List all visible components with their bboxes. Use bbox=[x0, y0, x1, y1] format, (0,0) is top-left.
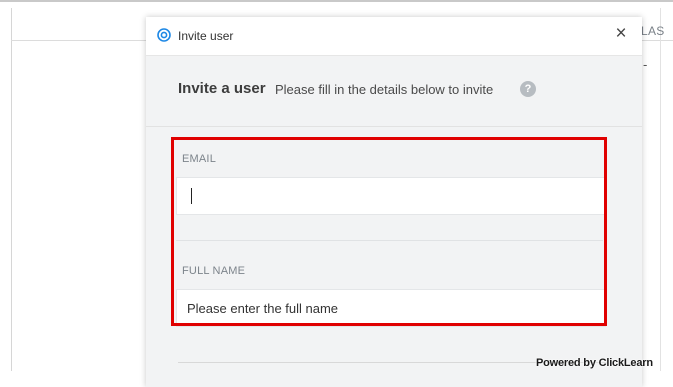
help-icon[interactable]: ? bbox=[520, 81, 536, 97]
column-divider bbox=[660, 8, 661, 371]
top-border bbox=[0, 0, 673, 2]
page-subtitle: Please fill in the details below to invi… bbox=[275, 82, 494, 97]
modal-header: Invite a user Please fill in the details… bbox=[146, 56, 642, 127]
column-header-last[interactable]: LAS bbox=[641, 24, 665, 38]
modal-titlebar: Invite user × bbox=[146, 17, 642, 56]
highlight-box bbox=[171, 137, 607, 326]
watermark: Powered by ClickLearn bbox=[536, 357, 653, 369]
table-left-border bbox=[11, 8, 12, 371]
modal-title: Invite user bbox=[178, 29, 234, 43]
target-icon bbox=[157, 28, 171, 42]
table-cell-value: - bbox=[643, 57, 648, 72]
close-button[interactable]: × bbox=[612, 24, 630, 43]
page-title: Invite a user bbox=[178, 80, 266, 97]
